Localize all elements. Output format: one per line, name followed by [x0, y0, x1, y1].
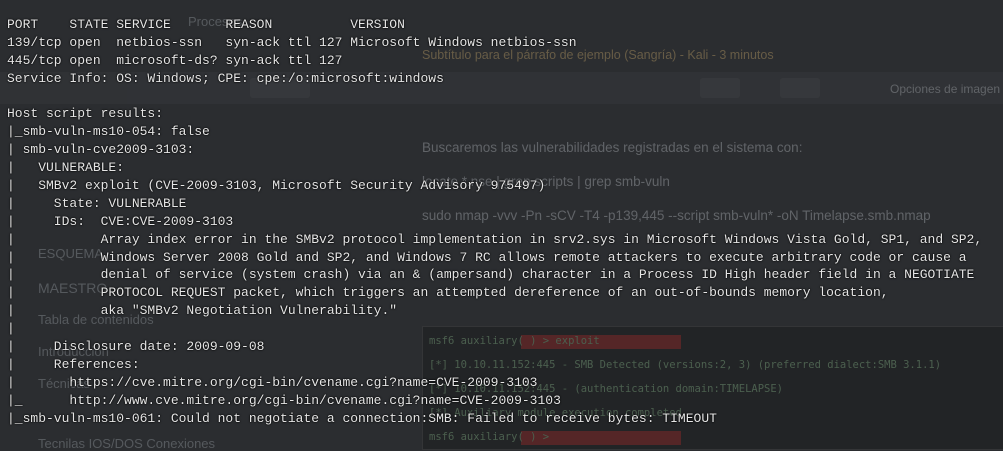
terminal-line: |_smb-vuln-ms10-054: false — [7, 124, 210, 140]
terminal-line: 139/tcp open netbios-ssn syn-ack ttl 127… — [7, 34, 577, 50]
terminal-line: | PROTOCOL REQUEST packet, which trigger… — [7, 285, 889, 301]
terminal-output[interactable]: PORT STATE SERVICE REASON VERSION 139/tcp… — [7, 16, 1003, 427]
terminal-line: | smb-vuln-cve2009-3103: — [7, 142, 195, 158]
terminal-line: |_smb-vuln-ms10-061: Could not negotiate… — [7, 410, 717, 426]
terminal-line: |_ http://www.cve.mitre.org/cgi-bin/cven… — [7, 392, 561, 408]
terminal-line: 445/tcp open microsoft-ds? syn-ack ttl 1… — [7, 52, 343, 68]
terminal-line: | https://cve.mitre.org/cgi-bin/cvename.… — [7, 374, 538, 390]
terminal-line: | References: — [7, 356, 140, 372]
terminal-line: PORT STATE SERVICE REASON VERSION — [7, 17, 405, 32]
terminal-line: Host script results: — [7, 106, 164, 122]
terminal-line: | aka "SMBv2 Negotiation Vulnerability." — [7, 303, 398, 319]
redaction-bar — [521, 431, 681, 445]
terminal-line: | Windows Server 2008 Gold and SP2, and … — [7, 249, 967, 265]
embedded-terminal-line: msf6 auxiliary( ) > — [429, 431, 550, 443]
terminal-line: | — [7, 321, 15, 337]
terminal-line: | State: VULNERABLE — [7, 195, 187, 211]
terminal-line: | SMBv2 exploit (CVE-2009-3103, Microsof… — [7, 178, 546, 194]
terminal-line: Service Info: OS: Windows; CPE: cpe:/o:m… — [7, 70, 444, 86]
background-sidebar-item: Tecnilas IOS/DOS Conexiones — [38, 436, 216, 451]
terminal-line: | Disclosure date: 2009-09-08 — [7, 339, 265, 355]
terminal-line: | denial of service (system crash) via a… — [7, 267, 975, 283]
terminal-line: | VULNERABLE: — [7, 160, 125, 176]
terminal-line: | Array index error in the SMBv2 protoco… — [7, 231, 983, 247]
terminal-line: | IDs: CVE:CVE-2009-3103 — [7, 213, 234, 229]
